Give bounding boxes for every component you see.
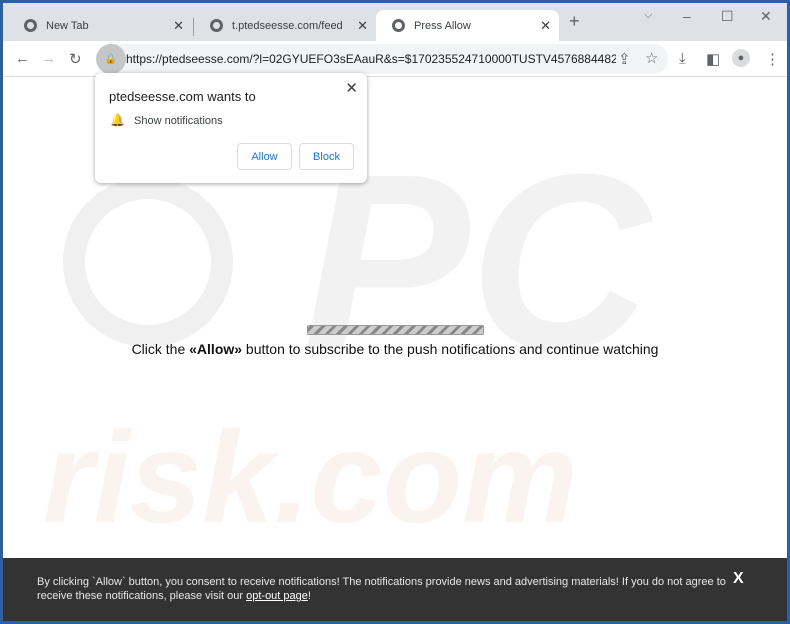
globe-icon (392, 19, 405, 32)
globe-icon (210, 19, 223, 32)
reload-icon[interactable]: ↻ (69, 50, 82, 68)
side-panel-icon[interactable]: ◧ (706, 50, 720, 68)
opt-out-link[interactable]: opt-out page (246, 590, 308, 602)
permission-text: Show notifications (134, 115, 223, 127)
tab-search-icon[interactable]: ⌵ (644, 9, 652, 22)
maximize-button[interactable]: ☐ (721, 8, 734, 25)
download-icon[interactable]: ⤓ (679, 50, 686, 67)
msg-prefix: Click the (131, 341, 190, 357)
back-icon[interactable]: ← (15, 50, 30, 67)
address-bar[interactable]: 🔒 https://ptedseesse.com/?l=02GYUEFO3sEA… (96, 44, 668, 74)
msg-suffix: button to subscribe to the push notifica… (242, 341, 659, 357)
tab-label: Press Allow (414, 19, 471, 32)
popup-close-icon[interactable]: ✕ (345, 79, 358, 97)
watermark-text: risk.com (43, 404, 578, 550)
watermark-magnifier (63, 177, 233, 347)
close-tab-icon[interactable]: ✕ (540, 18, 551, 34)
close-tab-icon[interactable]: ✕ (357, 18, 368, 34)
close-tab-icon[interactable]: ✕ (173, 18, 184, 34)
tab-press-allow[interactable]: Press Allow ✕ (376, 10, 559, 41)
tab-new-tab[interactable]: New Tab ✕ (8, 10, 192, 41)
new-tab-button[interactable]: + (569, 11, 580, 32)
footer-message: By clicking `Allow` button, you consent … (37, 576, 726, 602)
tab-feed[interactable]: t.ptedseesse.com/feed ✕ (194, 10, 376, 41)
forward-icon[interactable]: → (41, 50, 56, 67)
bell-icon: 🔔 (110, 113, 125, 127)
close-window-button[interactable]: ✕ (760, 8, 772, 25)
browser-window: New Tab ✕ t.ptedseesse.com/feed ✕ Press Al… (3, 3, 787, 621)
footer-end: ! (307, 590, 311, 602)
allow-button[interactable]: Allow (237, 143, 292, 170)
consent-footer: By clicking `Allow` button, you consent … (3, 558, 787, 621)
tab-bar: New Tab ✕ t.ptedseesse.com/feed ✕ Press Al… (3, 3, 787, 41)
url-text[interactable]: https://ptedseesse.com/?l=02GYUEFO3sEAau… (126, 52, 616, 66)
star-icon[interactable]: ☆ (645, 49, 658, 67)
lock-icon[interactable]: 🔒 (96, 44, 126, 74)
progress-bar (307, 325, 484, 335)
toolbar: ← → ↻ 🔒 https://ptedseesse.com/?l=02GYUE… (3, 41, 787, 77)
instruction-message: Click the «Allow» button to subscribe to… (3, 341, 787, 357)
notification-permission-popup: ptedseesse.com wants to ✕ 🔔 Show notific… (95, 73, 367, 183)
footer-text: By clicking `Allow` button, you consent … (37, 575, 727, 603)
share-icon[interactable]: ⇪ (618, 50, 631, 68)
popup-title: ptedseesse.com wants to (109, 89, 256, 104)
msg-allow: «Allow» (189, 341, 243, 357)
footer-close-button[interactable]: X (733, 570, 744, 588)
minimize-button[interactable]: – (683, 8, 691, 24)
block-button[interactable]: Block (299, 143, 354, 170)
tab-label: t.ptedseesse.com/feed (232, 19, 343, 32)
profile-icon[interactable]: ● (732, 49, 750, 67)
menu-icon[interactable]: ⋮ (765, 50, 780, 68)
tab-label: New Tab (46, 19, 89, 32)
chrome-icon (24, 19, 37, 32)
